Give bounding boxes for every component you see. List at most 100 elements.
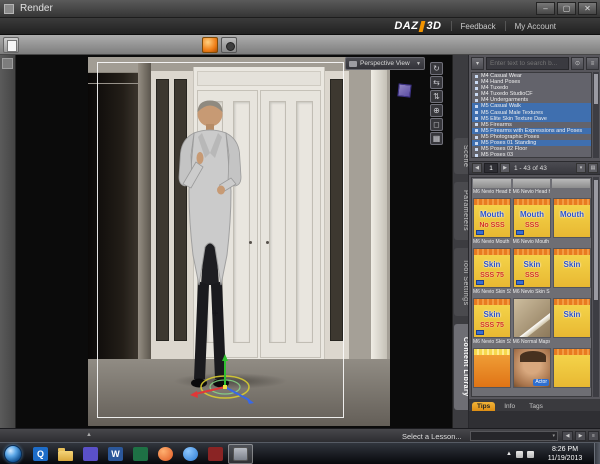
asset-thumbnail[interactable] <box>513 298 551 338</box>
asset-thumbnail[interactable]: Mouth <box>553 198 591 238</box>
lesson-bar: ▲ Select a Lesson... ▾ ◀ ▶ ≡ <box>0 428 600 442</box>
asset-caption <box>552 239 590 247</box>
taskbar-explorer[interactable] <box>53 444 78 464</box>
page-number-box[interactable]: 1 <box>484 163 498 173</box>
taskbar-clock[interactable]: 8:26 PM 11/19/2013 <box>539 445 591 463</box>
asset-caption <box>552 339 590 347</box>
taskbar-app-red[interactable] <box>203 444 228 464</box>
tab-tips[interactable]: Tips <box>472 402 496 411</box>
taskbar-app-blue[interactable] <box>178 444 203 464</box>
grid-view-icon[interactable]: ▤ <box>588 163 598 173</box>
panel-menu-icon[interactable]: ≡ <box>586 57 599 70</box>
start-button[interactable] <box>4 445 22 463</box>
clipped-thumbnail-row <box>473 179 591 188</box>
taskbar-daz-studio[interactable] <box>228 444 253 464</box>
tray-volume-icon[interactable] <box>527 450 534 458</box>
tab-tool-settings[interactable]: Tool Settings <box>454 248 469 316</box>
maximize-button[interactable]: ▢ <box>557 2 576 15</box>
taskbar-word[interactable]: W <box>103 444 128 464</box>
clock-time: 8:26 PM <box>551 446 579 453</box>
tab-parameters[interactable]: Parameters <box>454 182 469 240</box>
material-badge-icon <box>516 230 524 235</box>
logo-daz-text: DAZ <box>394 20 419 32</box>
lesson-label: Select a Lesson... <box>402 432 462 441</box>
asset-thumbnail[interactable]: Skin SSS 75 <box>473 248 511 288</box>
asset-thumbnail[interactable] <box>473 348 511 388</box>
window-title: Render <box>20 3 53 14</box>
aspect-frame <box>97 62 344 418</box>
content-library-panel: ▾ ⊙ ≡ M4 Casual Wear M4 Hand Poses M4 Tu… <box>468 55 600 428</box>
asset-thumbnail[interactable]: Skin <box>553 248 591 288</box>
folder-icon <box>58 447 73 461</box>
tab-scene[interactable]: Scene <box>454 138 469 174</box>
feedback-link[interactable]: Feedback <box>461 22 496 31</box>
material-badge-icon <box>516 280 524 285</box>
dolly-icon[interactable]: ⊕ <box>430 104 443 117</box>
material-badge-icon <box>476 230 484 235</box>
viewport-3d[interactable]: + Perspective View ▼ ↻ ⇆ ⇅ ⊕ ◻ ▦ <box>16 55 452 428</box>
taskbar-app-green[interactable] <box>128 444 153 464</box>
divider <box>504 21 506 31</box>
asset-thumbnail[interactable]: Mouth SSS <box>513 198 551 238</box>
asset-thumbnail[interactable] <box>553 348 591 388</box>
lesson-next-icon[interactable]: ▶ <box>575 431 586 441</box>
search-go-icon[interactable]: ⊙ <box>571 57 584 70</box>
asset-caption: M6 Nevio Mouth SSS <box>512 239 551 245</box>
content-folder-list: M4 Casual Wear M4 Hand Poses M4 Tuxedo M… <box>471 72 592 158</box>
taskbar-app-q[interactable]: Q <box>28 444 53 464</box>
windows-taskbar: Q W ▲ 8:26 PM 11/19/2013 <box>0 442 600 464</box>
collapse-pane-icon[interactable]: ▲ <box>86 432 92 438</box>
asset-caption: M6 Nevio Head Bald <box>473 189 511 195</box>
orbit-icon[interactable]: ↻ <box>430 62 443 75</box>
clock-date: 11/19/2013 <box>547 455 583 462</box>
lesson-select[interactable]: ▾ <box>470 431 558 441</box>
list-scrollbar[interactable] <box>593 72 599 158</box>
light-gizmo-cube[interactable] <box>397 83 412 98</box>
next-page-icon[interactable]: ▶ <box>500 163 510 173</box>
tab-info[interactable]: Info <box>499 402 520 411</box>
aim-icon[interactable]: ▦ <box>430 132 443 145</box>
frame-icon[interactable]: ◻ <box>430 118 443 131</box>
list-item[interactable]: M5 Poses 03 <box>472 152 591 157</box>
asset-thumbnail[interactable]: Skin SSS <box>513 248 551 288</box>
search-filter-dropdown-icon[interactable]: ▾ <box>471 57 484 70</box>
taskbar-app-media[interactable] <box>78 444 103 464</box>
tray-network-icon[interactable] <box>516 450 523 458</box>
grid-scrollbar[interactable] <box>593 177 599 397</box>
new-file-icon[interactable] <box>3 37 19 53</box>
asset-caption: M6 Normal Maps Off <box>512 339 551 345</box>
asset-caption: M6 Nevio Skin SSS 75 <box>473 339 511 345</box>
taskbar-app-orange[interactable] <box>153 444 178 464</box>
asset-thumbnail[interactable]: Skin <box>553 298 591 338</box>
lesson-prev-icon[interactable]: ◀ <box>562 431 573 441</box>
actor-badge: Actor <box>533 379 549 386</box>
view-options-icon[interactable]: ▾ <box>576 163 586 173</box>
tab-content-library[interactable]: Content Library <box>454 324 469 410</box>
system-tray[interactable]: ▲ <box>506 444 534 464</box>
asset-caption <box>552 289 590 297</box>
show-hidden-icons[interactable]: ▲ <box>506 451 512 457</box>
pan-vertical-icon[interactable]: ⇅ <box>430 90 443 103</box>
tab-tags[interactable]: Tags <box>524 402 548 411</box>
asset-thumbnail[interactable]: Mouth No SSS <box>473 198 511 238</box>
divider <box>450 21 452 31</box>
asset-thumbnail[interactable]: Actor <box>513 348 551 388</box>
scene-render[interactable]: + <box>88 57 390 426</box>
view-selector[interactable]: Perspective View ▼ <box>345 57 425 70</box>
search-input[interactable] <box>486 57 569 70</box>
close-button[interactable]: ✕ <box>578 2 597 15</box>
minimize-button[interactable]: – <box>536 2 555 15</box>
left-dock-strip <box>0 55 16 428</box>
first-page-icon[interactable]: ◀ <box>472 163 482 173</box>
asset-thumbnail[interactable]: Skin SSS 75 <box>473 298 511 338</box>
brand-bar: DAZ 3D Feedback My Account <box>0 18 600 35</box>
lesson-menu-icon[interactable]: ≡ <box>588 431 599 441</box>
left-dock-tab-icon[interactable] <box>2 58 13 69</box>
pan-horizontal-icon[interactable]: ⇆ <box>430 76 443 89</box>
show-desktop-button[interactable] <box>594 443 600 464</box>
render-icon[interactable] <box>202 37 218 53</box>
view-camera-icon <box>349 60 357 67</box>
asset-caption <box>552 189 590 197</box>
camera-icon[interactable] <box>221 37 237 53</box>
my-account-link[interactable]: My Account <box>515 22 556 31</box>
